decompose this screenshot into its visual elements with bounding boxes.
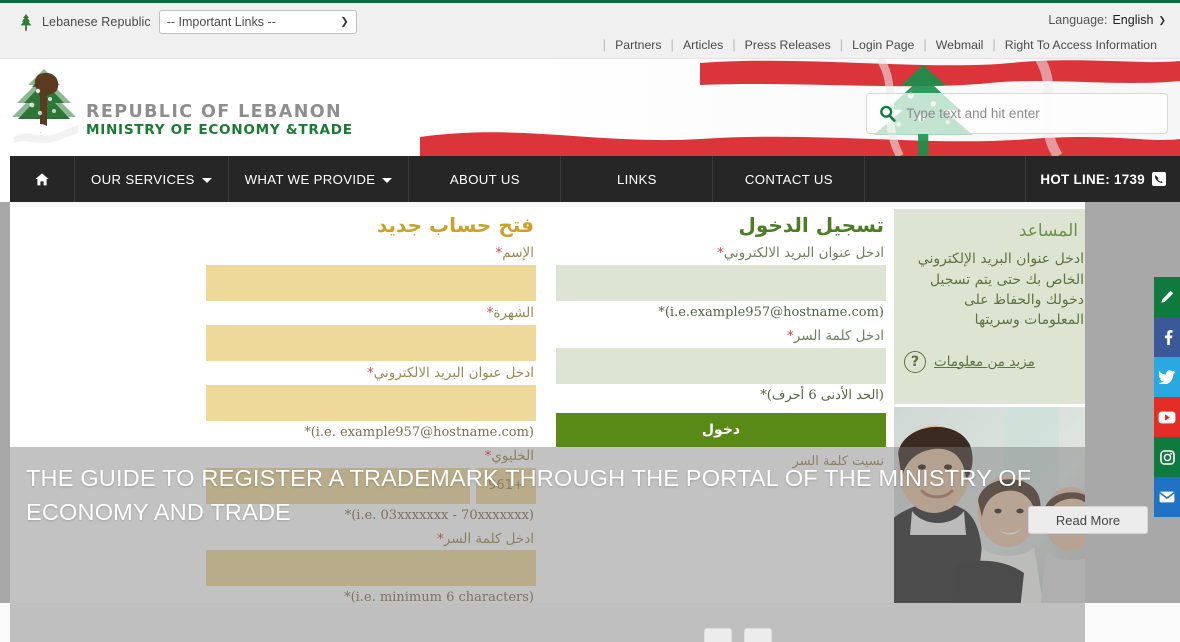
search-icon [880,105,896,122]
login-email-input[interactable] [556,264,886,301]
social-button-facebook[interactable] [1154,317,1180,357]
login-heading: تسجيل الدخول [738,213,884,237]
important-links-select[interactable]: -- Important Links -- ❯ [158,10,357,34]
login-password-label: ادخل كلمة السر* [556,326,886,348]
read-more-button[interactable]: Read More [1028,506,1148,534]
social-rail [1154,277,1180,517]
logo-line-1: REPUBLIC OF LEBANON [86,101,343,122]
chevron-down-icon: ❯ [1158,14,1166,25]
label-text: ادخل عنوان البريد الالكتروني [723,245,884,261]
utility-bar-left: Lebanese Republic -- Important Links -- … [18,10,357,34]
social-button-instagram[interactable] [1154,437,1180,477]
login-password-hint: (الحد الأدنى 6 أحرف)* [760,387,884,403]
social-button-pencil[interactable] [1154,277,1180,317]
quick-link-press-releases[interactable]: Press Releases [736,38,840,52]
main-navigation: OUR SERVICES WHAT WE PROVIDE ABOUT US LI… [10,156,1180,202]
nav-item-contact-us[interactable]: CONTACT US [713,156,866,202]
chevron-down-icon [382,177,393,183]
quick-links: | Partners | Articles | Press Releases |… [603,37,1166,52]
youtube-icon [1158,411,1176,423]
login-submit-button[interactable]: دخول [556,412,886,447]
chevron-down-icon [201,177,212,183]
logo-line-2: MINISTRY OF ECONOMY &TRADE [86,122,353,139]
quick-link-right-to-access-information[interactable]: Right To Access Information [996,38,1166,52]
quick-link-articles[interactable]: Articles [674,38,732,52]
phone-icon [1152,172,1166,186]
hotline-button[interactable]: HOT LINE: 1739 [1026,156,1180,202]
instagram-icon [1159,449,1175,465]
nav-item-label: LINKS [616,171,657,187]
social-button-youtube[interactable] [1154,397,1180,437]
nav-item-label: CONTACT US [744,171,833,187]
nav-item-links[interactable]: LINKS [561,156,714,202]
login-form: تسجيل الدخول ادخل عنوان البريد الالكترون… [556,209,886,469]
register-surname-label: الشهرة* [206,303,536,325]
facebook-icon [1165,330,1173,345]
site-search[interactable] [866,93,1168,134]
social-button-email[interactable] [1154,477,1180,517]
logo-wordmark: REPUBLIC OF LEBANON MINISTRY OF ECONOMY … [86,101,353,149]
slider-controls [704,628,772,642]
helper-more-label: مزيد من معلومات [934,353,1035,370]
cedar-logo-icon [12,69,78,143]
required-asterisk: * [787,327,794,344]
social-button-twitter[interactable] [1154,357,1180,397]
helper-more-info[interactable]: مزيد من معلومات ? [904,350,1084,373]
nav-item-home[interactable] [10,156,75,202]
slider-prev-button[interactable] [704,628,732,642]
helper-panel-wrap: المساعد ادخل عنوان البريد الإلكتروني الخ… [894,209,1085,404]
important-links-value: -- Important Links -- [158,10,357,34]
label-text: ادخل عنوان البريد الالكتروني [373,364,534,381]
required-asterisk: * [716,245,724,261]
quick-link-login-page[interactable]: Login Page [843,38,923,52]
label-text: ادخل كلمة السر [793,327,884,344]
nav-item-our-services[interactable]: OUR SERVICES [75,156,229,202]
nav-item-what-we-provide[interactable]: WHAT WE PROVIDE [229,156,410,202]
helper-panel: المساعد ادخل عنوان البريد الإلكتروني الخ… [894,209,1085,404]
quick-link-webmail[interactable]: Webmail [927,38,993,52]
page-body: فتح حساب جديد الإسم* الشهرة* ادخل عنوان … [0,202,1180,642]
question-mark-icon: ? [904,350,926,373]
site-logo[interactable]: REPUBLIC OF LEBANON MINISTRY OF ECONOMY … [8,67,353,149]
register-name-input[interactable] [206,264,536,301]
hotline-label: HOT LINE: 1739 [1040,171,1145,187]
label-text: الشهرة [493,304,534,321]
search-input[interactable] [906,106,1155,121]
helper-body: ادخل عنوان البريد الإلكتروني الخاص بك حت… [917,251,1084,329]
required-asterisk: * [366,364,374,381]
pencil-icon [1161,290,1174,303]
login-email-label: ادخل عنوان البريد الالكتروني* [556,243,886,265]
nav-item-about-us[interactable]: ABOUT US [409,156,562,202]
hero-banner-overlay: THE GUIDE TO REGISTER A TRADEMARK THROUG… [10,447,1085,642]
utility-bar: Lebanese Republic -- Important Links -- … [0,3,1180,59]
home-icon [35,172,49,185]
register-email-label: ادخل عنوان البريد الالكتروني* [206,363,536,385]
register-surname-input[interactable] [206,324,536,361]
slider-next-button[interactable] [744,628,772,642]
quick-link-partners[interactable]: Partners [606,38,670,52]
cedar-tree-icon [18,13,34,31]
language-selector[interactable]: Language: English ❯ [1048,13,1166,27]
nav-item-label: ABOUT US [449,171,520,187]
register-heading: فتح حساب جديد [376,213,534,237]
register-name-label: الإسم* [206,243,536,265]
language-label: Language: [1048,13,1108,27]
twitter-icon [1159,370,1175,384]
language-value: English [1112,13,1154,27]
helper-heading: المساعد [1018,221,1078,241]
login-password-input[interactable] [556,347,886,384]
register-email-hint: (i.e. example957@hostname.com)* [304,424,534,440]
nav-item-label: OUR SERVICES [91,171,195,187]
republic-label: Lebanese Republic [42,15,151,29]
login-email-hint: (i.e.example957@hostname.com)* [658,304,884,320]
register-email-input[interactable] [206,384,536,421]
label-text: الإسم [502,245,534,261]
masthead: REPUBLIC OF LEBANON MINISTRY OF ECONOMY … [0,59,1180,156]
email-icon [1159,491,1175,503]
hero-title: THE GUIDE TO REGISTER A TRADEMARK THROUG… [26,465,1032,526]
nav-spacer [865,156,1027,202]
nav-item-label: WHAT WE PROVIDE [244,171,376,187]
